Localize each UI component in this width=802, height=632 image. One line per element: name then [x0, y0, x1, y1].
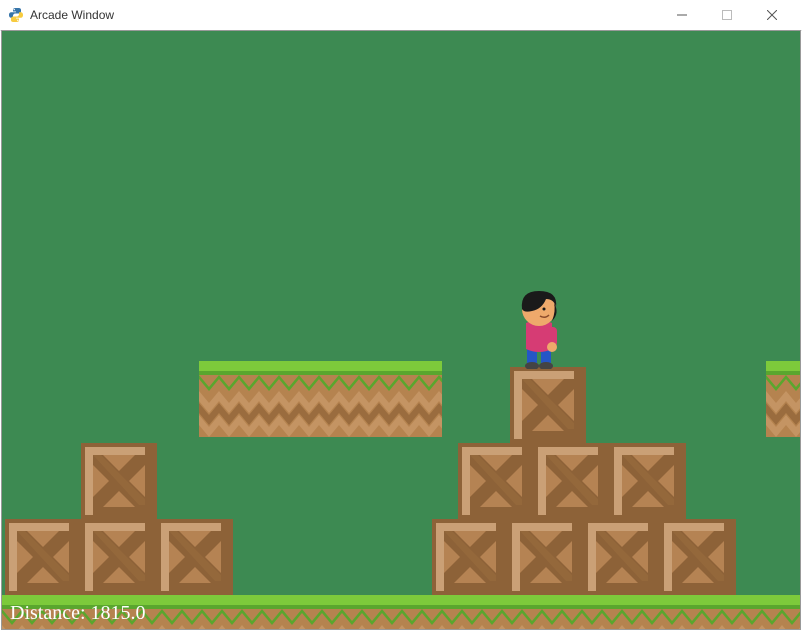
crate: [610, 443, 686, 519]
distance-label: Distance:: [10, 602, 86, 624]
crate: [432, 519, 508, 595]
player-sprite: [512, 289, 566, 369]
crate: [81, 443, 157, 519]
crate: [534, 443, 610, 519]
crate: [510, 367, 586, 443]
crate: [5, 519, 81, 595]
maximize-button[interactable]: [704, 0, 749, 30]
python-icon: [8, 7, 24, 23]
minimize-button[interactable]: [659, 0, 704, 30]
titlebar: Arcade Window: [0, 0, 802, 31]
hud-distance: Distance: 1815.0: [10, 602, 146, 625]
crate: [157, 519, 233, 595]
game-canvas[interactable]: Distance: 1815.0: [1, 30, 801, 630]
window-title: Arcade Window: [30, 8, 659, 22]
app-window: Arcade Window: [0, 0, 802, 632]
crate: [458, 443, 534, 519]
crate: [584, 519, 660, 595]
crate: [81, 519, 157, 595]
floating-platform: [199, 361, 442, 437]
close-button[interactable]: [749, 0, 794, 30]
right-platform: [766, 361, 801, 437]
crate: [508, 519, 584, 595]
crate: [660, 519, 736, 595]
window-controls: [659, 0, 794, 30]
distance-value: 1815.0: [91, 602, 146, 624]
